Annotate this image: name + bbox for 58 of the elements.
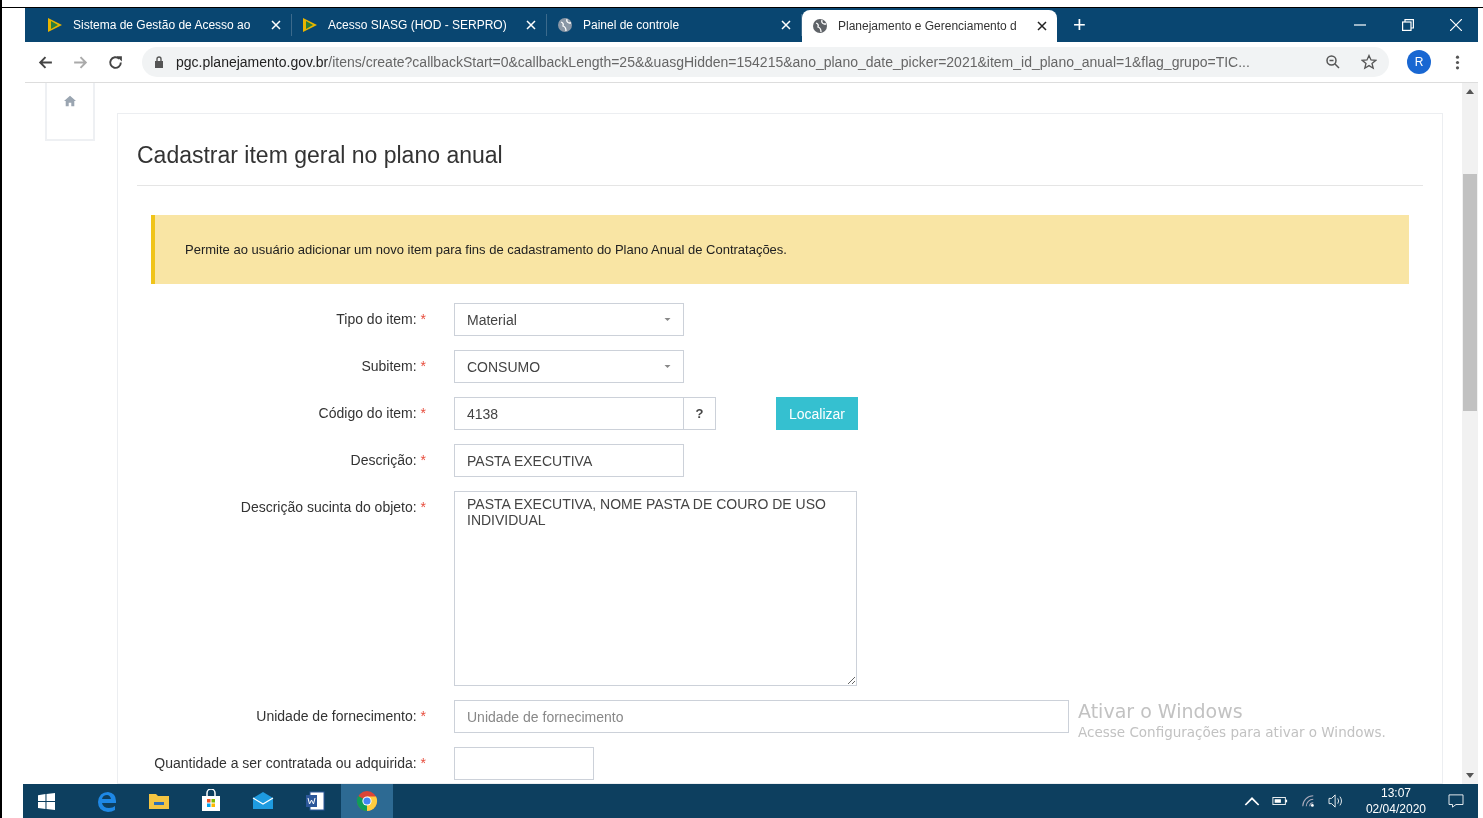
- help-button[interactable]: ?: [684, 397, 716, 430]
- browser-tab[interactable]: Planejamento e Gerenciamento d: [802, 10, 1057, 42]
- new-tab-button[interactable]: +: [1073, 12, 1086, 38]
- tab-title: Acesso SIASG (HOD - SERPRO): [328, 18, 508, 32]
- page-title: Cadastrar item geral no plano anual: [137, 142, 1423, 186]
- clock-time: 13:07: [1380, 785, 1411, 801]
- tab-title: Painel de controle: [583, 18, 681, 32]
- field-label: Código do item: *: [317, 404, 426, 423]
- lock-icon: [154, 56, 164, 68]
- field-label: Descrição: *: [349, 451, 426, 470]
- input-field[interactable]: PASTA EXECUTIVA: [454, 444, 684, 477]
- site-logo-icon: [47, 17, 63, 33]
- tab-title: Planejamento e Gerenciamento d: [838, 19, 1018, 33]
- field-label: Subitem: *: [360, 357, 426, 376]
- globe-icon: [812, 18, 828, 34]
- address-bar[interactable]: pgc.planejamento.gov.br/itens/create?callbackStart=0&callbackLength=25&&uasgHidden=154215&ano_plano_date_picker=2021&item_id_plano_anual=1&flag_grupo=TIC...: [142, 47, 1389, 77]
- site-logo-icon: [302, 17, 318, 33]
- info-alert: Permite ao usuário adicionar um novo item para fins de cadastramento do Plano Anual de Contratações.: [151, 215, 1409, 284]
- wifi-icon[interactable]: [1299, 794, 1316, 808]
- tab-title: Sistema de Gestão de Acesso ao: [73, 18, 252, 32]
- browser-tab[interactable]: Sistema de Gestão de Acesso ao: [37, 14, 292, 36]
- url-text: pgc.planejamento.gov.br/itens/create?callbackStart=0&callbackLength=25&&uasgHidden=154215&ano_plano_date_picker=2021&item_id_plano_anual=1&flag_grupo=TIC...: [176, 54, 1251, 70]
- select-field[interactable]: Material: [454, 303, 684, 336]
- text-area[interactable]: PASTA EXECUTIVA, NOME PASTA DE COURO DE USO INDIVIDUAL: [454, 491, 857, 686]
- field-label: Quantidade a ser contratada ou adquirida: *: [153, 754, 426, 773]
- browser-e-icon: [95, 789, 119, 813]
- clock-date: 02/04/2020: [1365, 801, 1426, 817]
- scroll-down-icon[interactable]: [1466, 773, 1474, 778]
- scroll-up-icon[interactable]: [1466, 89, 1474, 94]
- input-field[interactable]: Unidade de fornecimento: [454, 700, 1069, 733]
- speaker-icon[interactable]: [1327, 794, 1344, 808]
- scrollbar-thumb[interactable]: [1463, 174, 1477, 411]
- battery-icon[interactable]: [1271, 794, 1288, 808]
- star-icon[interactable]: [1361, 54, 1377, 70]
- profile-avatar[interactable]: R: [1407, 50, 1431, 74]
- zoom-out-icon[interactable]: [1325, 54, 1341, 70]
- activation-text: Acesse Configurações para ativar o Windows.: [1078, 724, 1386, 740]
- document-w-icon: [303, 789, 327, 813]
- field-label: Unidade de fornecimento: *: [255, 707, 426, 726]
- input-field[interactable]: 4138: [454, 397, 684, 430]
- globe-icon: [557, 17, 573, 33]
- home-icon: [63, 95, 77, 107]
- browser-tab[interactable]: Painel de controle: [547, 14, 802, 36]
- input-field[interactable]: [454, 747, 594, 780]
- restore-icon[interactable]: [1402, 19, 1414, 31]
- reload-icon[interactable]: [107, 53, 124, 71]
- windows-start-icon[interactable]: [38, 792, 55, 810]
- caret-icon: [664, 365, 671, 368]
- field-label: Tipo do item: *: [335, 310, 426, 329]
- notification-icon[interactable]: [1448, 794, 1464, 808]
- caret-icon: [664, 318, 671, 321]
- field-label: Descrição sucinta do objeto: *: [239, 498, 426, 517]
- shopping-bag-icon: [199, 789, 223, 813]
- close-icon[interactable]: [1037, 21, 1047, 31]
- select-field[interactable]: CONSUMO: [454, 350, 684, 383]
- activation-title: Ativar o Windows: [1078, 700, 1244, 722]
- browser-tab[interactable]: Acesso SIASG (HOD - SERPRO): [292, 14, 547, 36]
- chrome-icon: [355, 789, 379, 813]
